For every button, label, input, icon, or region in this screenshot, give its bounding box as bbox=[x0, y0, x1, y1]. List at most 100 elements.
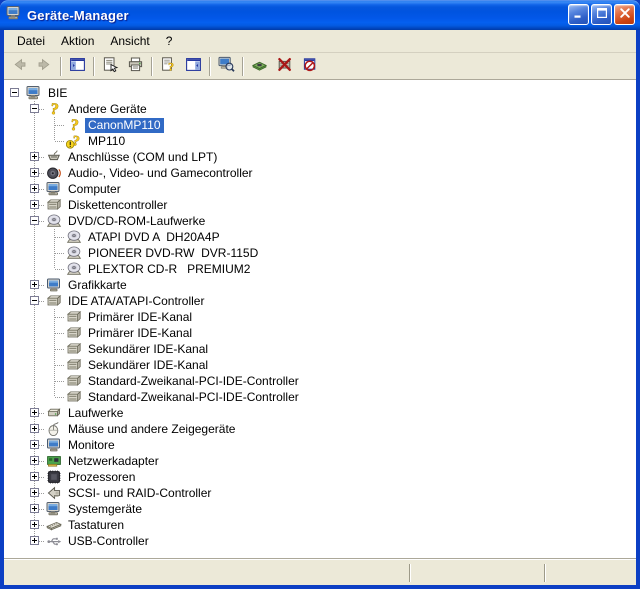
expand-icon[interactable] bbox=[30, 280, 39, 289]
expand-icon[interactable] bbox=[30, 520, 39, 529]
menu-item[interactable]: Aktion bbox=[53, 32, 102, 50]
expand-icon[interactable] bbox=[30, 504, 39, 513]
controller-icon bbox=[65, 309, 83, 325]
tree-item[interactable]: Standard-Zweikanal-PCI-IDE-Controller bbox=[5, 373, 636, 389]
tree-item-label[interactable]: Monitore bbox=[65, 438, 118, 453]
tree-item[interactable]: Grafikkarte bbox=[5, 277, 636, 293]
tree-item[interactable]: Laufwerke bbox=[5, 405, 636, 421]
expand-icon[interactable] bbox=[30, 408, 39, 417]
uninstall-device-button[interactable] bbox=[297, 55, 322, 78]
close-button[interactable] bbox=[614, 4, 635, 25]
expand-icon[interactable] bbox=[30, 184, 39, 193]
mouse-icon bbox=[45, 421, 63, 437]
tree-item-label[interactable]: Netzwerkadapter bbox=[65, 454, 162, 469]
tree-item-label[interactable]: BIE bbox=[45, 86, 70, 101]
tree-guide bbox=[25, 405, 45, 421]
collapse-icon[interactable] bbox=[30, 216, 39, 225]
tree-item[interactable]: IDE ATA/ATAPI-Controller bbox=[5, 293, 636, 309]
tree-item[interactable]: PIONEER DVD-RW DVR-115D bbox=[5, 245, 636, 261]
tree-item[interactable]: Sekundärer IDE-Kanal bbox=[5, 357, 636, 373]
tree-item-label[interactable]: Sekundärer IDE-Kanal bbox=[85, 358, 211, 373]
tree-item-label[interactable]: Computer bbox=[65, 182, 124, 197]
tree-item-label[interactable]: Diskettencontroller bbox=[65, 198, 170, 213]
tree-item-label[interactable]: Anschlüsse (COM und LPT) bbox=[65, 150, 220, 165]
tree-item[interactable]: Mäuse und andere Zeigegeräte bbox=[5, 421, 636, 437]
tree-item-label[interactable]: Audio-, Video- und Gamecontroller bbox=[65, 166, 256, 181]
menu-item[interactable]: ? bbox=[158, 32, 181, 50]
tree-item-label[interactable]: CanonMP110 bbox=[85, 118, 164, 133]
tree-item[interactable]: Primärer IDE-Kanal bbox=[5, 325, 636, 341]
expand-icon[interactable] bbox=[30, 488, 39, 497]
expand-icon[interactable] bbox=[30, 440, 39, 449]
tree-item-label[interactable]: Laufwerke bbox=[65, 406, 126, 421]
disable-device-button[interactable] bbox=[272, 55, 297, 78]
tree-item-label[interactable]: DVD/CD-ROM-Laufwerke bbox=[65, 214, 208, 229]
tree-item[interactable]: Audio-, Video- und Gamecontroller bbox=[5, 165, 636, 181]
tree-item-label[interactable]: Systemgeräte bbox=[65, 502, 145, 517]
tree-item-label[interactable]: USB-Controller bbox=[65, 534, 152, 549]
collapse-icon[interactable] bbox=[30, 104, 39, 113]
collapse-icon[interactable] bbox=[30, 296, 39, 305]
tree-item[interactable]: Prozessoren bbox=[5, 469, 636, 485]
tree-item-label[interactable]: Grafikkarte bbox=[65, 278, 130, 293]
tree-item[interactable]: Netzwerkadapter bbox=[5, 453, 636, 469]
tree-item-label[interactable]: PIONEER DVD-RW DVR-115D bbox=[85, 246, 261, 261]
tree-item[interactable]: SCSI- und RAID-Controller bbox=[5, 485, 636, 501]
tree-item[interactable]: Monitore bbox=[5, 437, 636, 453]
menu-item[interactable]: Datei bbox=[9, 32, 53, 50]
tree-item[interactable]: Primärer IDE-Kanal bbox=[5, 309, 636, 325]
help-button[interactable]: ? bbox=[156, 55, 181, 78]
toggle-action-pane-button[interactable] bbox=[181, 55, 206, 78]
tree-item[interactable]: BIE bbox=[5, 85, 636, 101]
tree-item[interactable]: ATAPI DVD A DH20A4P bbox=[5, 229, 636, 245]
tree-item-label[interactable]: Mäuse und andere Zeigegeräte bbox=[65, 422, 238, 437]
print-button[interactable] bbox=[123, 55, 148, 78]
tree-item[interactable]: Tastaturen bbox=[5, 517, 636, 533]
tree-item[interactable]: ?MP110 bbox=[5, 133, 636, 149]
tree-item-label[interactable]: PLEXTOR CD-R PREMIUM2 bbox=[85, 262, 253, 277]
tree-item[interactable]: Sekundärer IDE-Kanal bbox=[5, 341, 636, 357]
expand-icon[interactable] bbox=[30, 152, 39, 161]
expand-icon[interactable] bbox=[30, 424, 39, 433]
title-bar[interactable]: Geräte-Manager bbox=[0, 0, 640, 30]
maximize-button[interactable] bbox=[591, 4, 612, 25]
update-driver-button[interactable] bbox=[247, 55, 272, 78]
expand-icon[interactable] bbox=[30, 200, 39, 209]
properties-button[interactable] bbox=[98, 55, 123, 78]
arrow-left-icon bbox=[11, 56, 28, 76]
collapse-icon[interactable] bbox=[10, 88, 19, 97]
tree-item-label[interactable]: Prozessoren bbox=[65, 470, 138, 485]
tree-item-label[interactable]: Primärer IDE-Kanal bbox=[85, 310, 195, 325]
tree-item[interactable]: Computer bbox=[5, 181, 636, 197]
tree-item[interactable]: Systemgeräte bbox=[5, 501, 636, 517]
tree-item-label[interactable]: Primärer IDE-Kanal bbox=[85, 326, 195, 341]
tree-item-label[interactable]: Andere Geräte bbox=[65, 102, 150, 117]
tree-item-label[interactable]: IDE ATA/ATAPI-Controller bbox=[65, 294, 207, 309]
tree-item-label[interactable]: Standard-Zweikanal-PCI-IDE-Controller bbox=[85, 390, 302, 405]
expand-icon[interactable] bbox=[30, 472, 39, 481]
tree-item-label[interactable]: ATAPI DVD A DH20A4P bbox=[85, 230, 223, 245]
menu-item[interactable]: Ansicht bbox=[102, 32, 157, 50]
tree-item[interactable]: Anschlüsse (COM und LPT) bbox=[5, 149, 636, 165]
print-icon bbox=[127, 56, 144, 76]
tree-item[interactable]: PLEXTOR CD-R PREMIUM2 bbox=[5, 261, 636, 277]
tree-item[interactable]: ?Andere Geräte bbox=[5, 101, 636, 117]
tree-item[interactable]: Standard-Zweikanal-PCI-IDE-Controller bbox=[5, 389, 636, 405]
tree-item-label[interactable]: Sekundärer IDE-Kanal bbox=[85, 342, 211, 357]
minimize-button[interactable] bbox=[568, 4, 589, 25]
tree-item-label[interactable]: SCSI- und RAID-Controller bbox=[65, 486, 214, 501]
tree-item[interactable]: USB-Controller bbox=[5, 533, 636, 549]
tree-item[interactable]: ?CanonMP110 bbox=[5, 117, 636, 133]
forward-button[interactable] bbox=[32, 55, 57, 78]
expand-icon[interactable] bbox=[30, 536, 39, 545]
scan-hardware-changes-button[interactable] bbox=[214, 55, 239, 78]
expand-icon[interactable] bbox=[30, 168, 39, 177]
tree-item-label[interactable]: MP110 bbox=[85, 134, 128, 149]
toggle-console-tree-button[interactable] bbox=[65, 55, 90, 78]
tree-item[interactable]: Diskettencontroller bbox=[5, 197, 636, 213]
back-button[interactable] bbox=[7, 55, 32, 78]
tree-item-label[interactable]: Tastaturen bbox=[65, 518, 127, 533]
expand-icon[interactable] bbox=[30, 456, 39, 465]
tree-item[interactable]: DVD/CD-ROM-Laufwerke bbox=[5, 213, 636, 229]
tree-item-label[interactable]: Standard-Zweikanal-PCI-IDE-Controller bbox=[85, 374, 302, 389]
